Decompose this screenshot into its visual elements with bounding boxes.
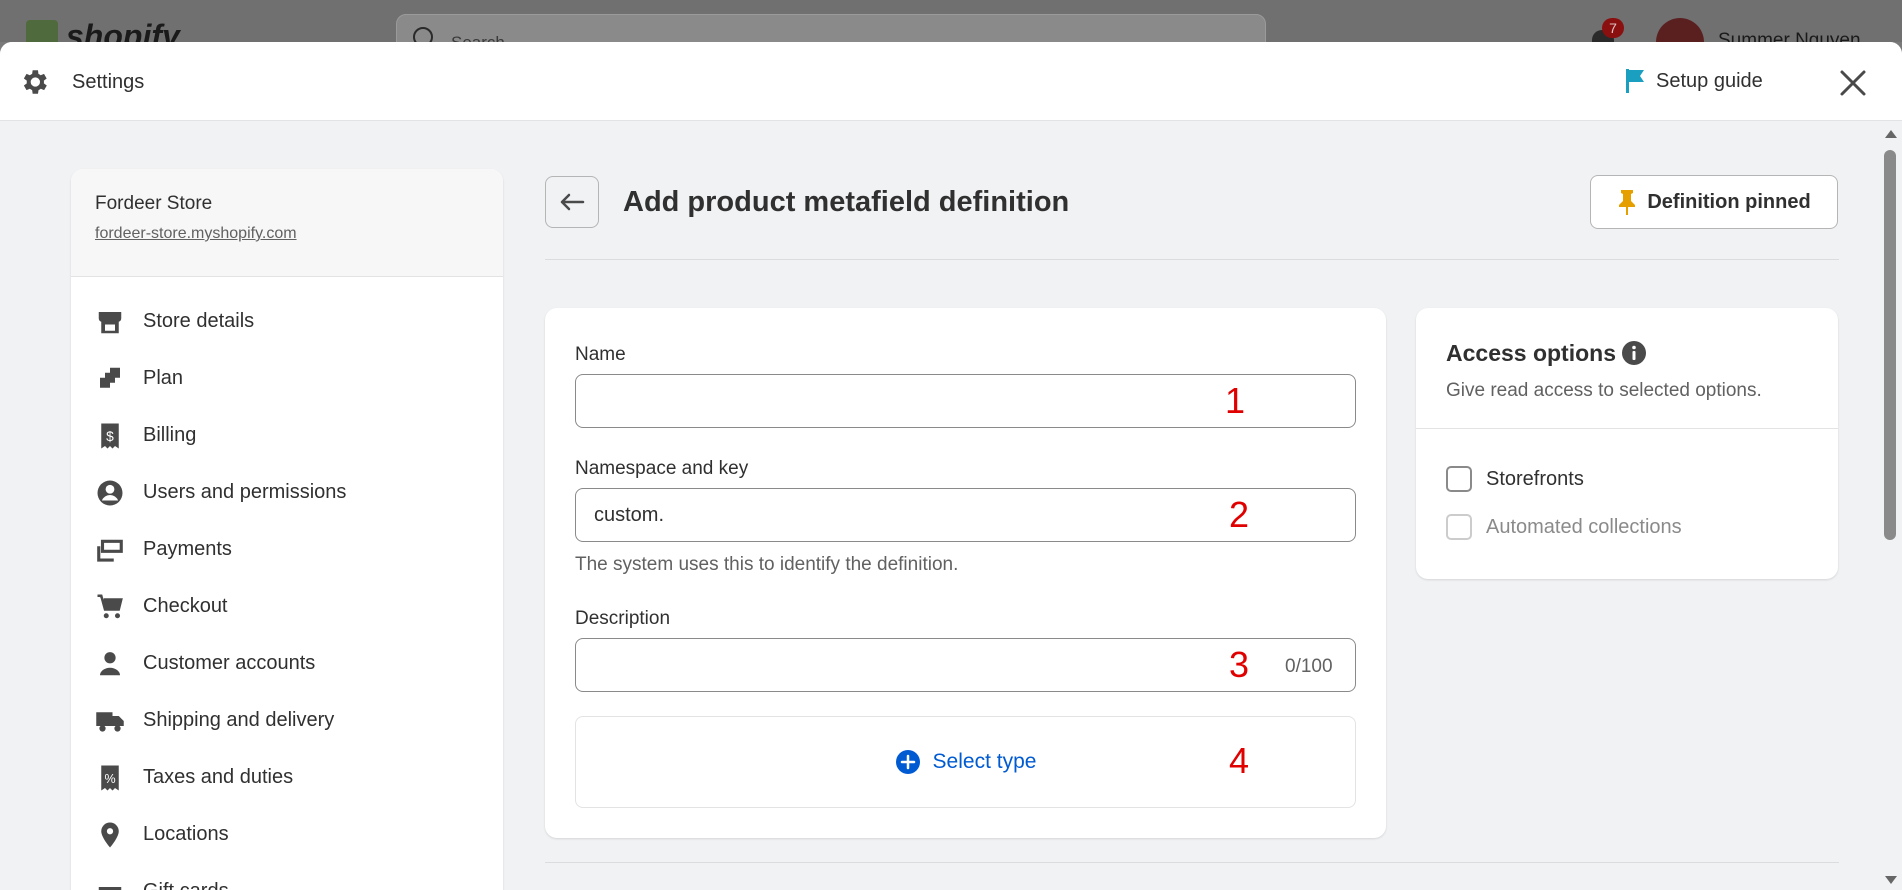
sidebar-item-billing[interactable]: $ Billing: [71, 407, 503, 464]
metafield-form-card: Name 1 Namespace and key 2 The system us…: [545, 308, 1386, 838]
sidebar-item-checkout[interactable]: Checkout: [71, 578, 503, 635]
gear-icon: [23, 70, 47, 94]
access-divider: [1416, 428, 1838, 429]
annotation-marker-2: 2: [1229, 494, 1250, 535]
access-options-title: Access options: [1446, 340, 1616, 366]
sidebar-item-label: Customer accounts: [143, 652, 316, 674]
sidebar-item-payments[interactable]: Payments: [71, 521, 503, 578]
settings-title: Settings: [72, 71, 145, 93]
description-label: Description: [575, 608, 671, 629]
sidebar-item-users[interactable]: Users and permissions: [71, 464, 503, 521]
truck-icon: [96, 711, 124, 732]
close-icon[interactable]: [1836, 66, 1870, 100]
gift-icon: [98, 886, 122, 890]
svg-text:%: %: [104, 772, 115, 786]
sidebar-item-label: Payments: [143, 538, 232, 560]
sidebar-item-label: Shipping and delivery: [143, 709, 335, 731]
plan-icon: [100, 367, 120, 388]
sidebar-item-label: Taxes and duties: [143, 766, 294, 788]
cart-icon: [97, 594, 123, 618]
store-icon: [98, 311, 122, 333]
scroll-down-arrow[interactable]: [1885, 876, 1897, 884]
store-info: Fordeer Store fordeer-store.myshopify.co…: [71, 169, 503, 277]
sidebar-item-label: Locations: [143, 823, 229, 845]
select-type-label: Select type: [932, 750, 1037, 773]
sidebar-item-gift-cards[interactable]: Gift cards: [71, 863, 503, 890]
name-label: Name: [575, 344, 626, 365]
sidebar-item-customer-accounts[interactable]: Customer accounts: [71, 635, 503, 692]
access-options-subtitle: Give read access to selected options.: [1446, 380, 1762, 401]
store-url-link[interactable]: fordeer-store.myshopify.com: [95, 225, 297, 243]
person-icon: [100, 651, 120, 675]
namespace-label: Namespace and key: [575, 458, 749, 479]
tax-icon: %: [101, 765, 119, 790]
scroll-thumb[interactable]: [1884, 150, 1896, 540]
sidebar-item-label: Checkout: [143, 595, 228, 617]
pin-icon: [1619, 190, 1636, 215]
sidebar-item-shipping[interactable]: Shipping and delivery: [71, 692, 503, 749]
access-options-card: Access options Give read access to selec…: [1416, 308, 1838, 579]
location-pin-icon: [101, 822, 119, 847]
user-circle-icon: [97, 480, 123, 505]
sidebar-item-plan[interactable]: Plan: [71, 350, 503, 407]
modal-header: Settings Setup guide: [0, 42, 1902, 121]
annotation-marker-1: 1: [1225, 380, 1246, 421]
description-char-count: 0/100: [1285, 656, 1333, 677]
back-button[interactable]: [545, 176, 599, 228]
automated-collections-option: Automated collections: [1446, 514, 1682, 540]
page-title: Add product metafield definition: [623, 186, 1070, 218]
scrollbar[interactable]: [1880, 122, 1902, 890]
annotation-marker-3: 3: [1229, 644, 1250, 685]
sidebar-item-label: Plan: [143, 367, 184, 389]
plus-circle-icon: [895, 750, 920, 774]
sidebar-item-label: Gift cards: [143, 880, 229, 890]
header-divider: [545, 259, 1839, 260]
payments-icon: [97, 539, 123, 562]
sidebar-item-store-details[interactable]: Store details: [71, 293, 503, 350]
flag-icon: [1626, 69, 1644, 93]
setup-guide-label: Setup guide: [1656, 69, 1763, 92]
arrow-left-icon: [560, 193, 585, 211]
sidebar-item-taxes[interactable]: % Taxes and duties: [71, 749, 503, 806]
setup-guide-button[interactable]: Setup guide: [1624, 68, 1763, 94]
info-icon[interactable]: [1621, 340, 1647, 366]
definition-pinned-button[interactable]: Definition pinned: [1590, 175, 1838, 229]
storefronts-label: Storefronts: [1486, 467, 1584, 490]
sidebar-item-label: Billing: [143, 424, 197, 446]
definition-pinned-label: Definition pinned: [1647, 190, 1811, 213]
sidebar-item-locations[interactable]: Locations: [71, 806, 503, 863]
sidebar-item-label: Users and permissions: [143, 481, 347, 503]
sidebar-item-label: Store details: [143, 310, 255, 332]
scroll-up-arrow[interactable]: [1885, 130, 1897, 138]
storefronts-checkbox[interactable]: [1446, 466, 1472, 492]
storefronts-option[interactable]: Storefronts: [1446, 466, 1584, 492]
automated-collections-label: Automated collections: [1486, 515, 1682, 538]
settings-sidebar: Fordeer Store fordeer-store.myshopify.co…: [71, 169, 503, 890]
notification-badge: 7: [1602, 18, 1624, 38]
store-name: Fordeer Store: [95, 193, 213, 214]
automated-collections-checkbox: [1446, 514, 1472, 540]
sidebar-nav: Store details Plan $ Billing Users and p…: [71, 277, 503, 890]
namespace-help-text: The system uses this to identify the def…: [575, 554, 959, 575]
footer-divider: [545, 862, 1839, 863]
svg-text:$: $: [106, 429, 114, 444]
billing-icon: $: [101, 423, 119, 448]
annotation-marker-4: 4: [1229, 740, 1250, 781]
